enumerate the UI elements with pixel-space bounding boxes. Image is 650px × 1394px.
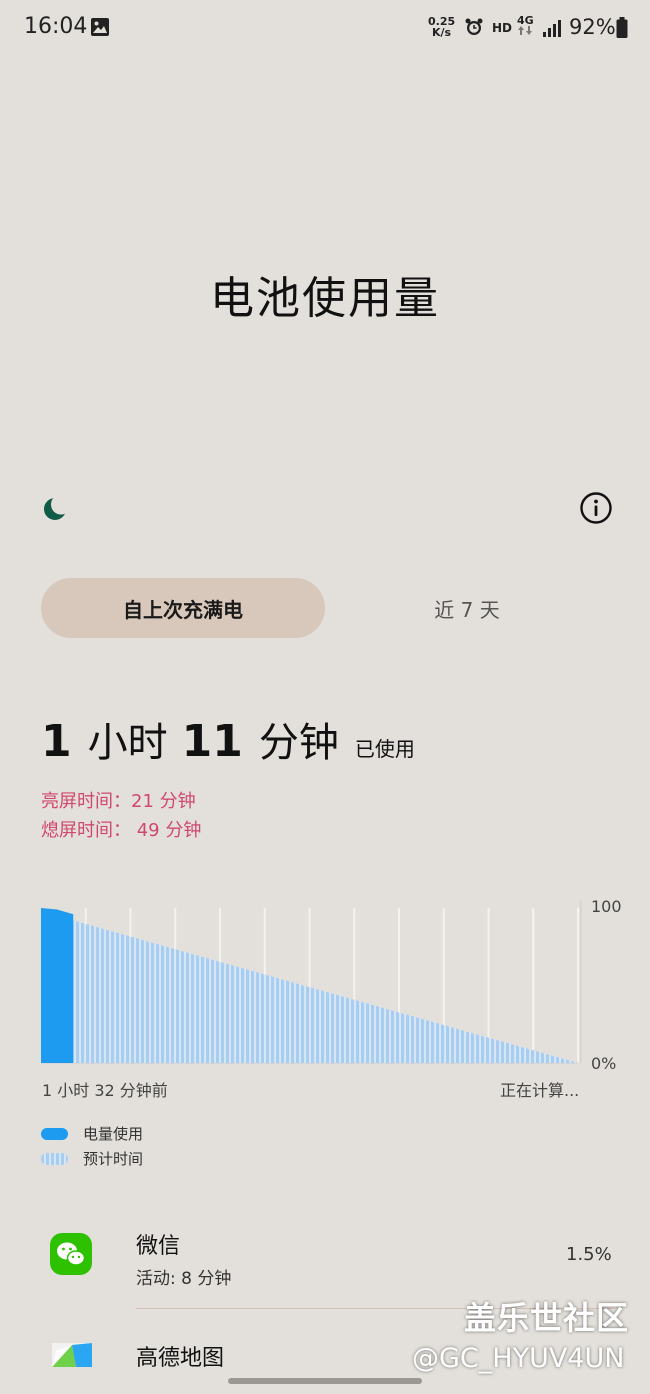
legend-swatch-estimate (41, 1152, 68, 1165)
usage-hours-unit: 小时 (87, 720, 168, 766)
usage-hours: 1 (41, 716, 72, 767)
app-activity: 活动: 8 分钟 (136, 1269, 232, 1289)
battery-percent: 92% (569, 15, 616, 39)
usage-used-label: 已使用 (354, 737, 415, 761)
legend-swatch-usage (41, 1127, 68, 1140)
signal-icon (542, 18, 562, 42)
screen-on-time: 亮屏时间：21 分钟 (41, 791, 196, 812)
usage-summary: 1 小时 11 分钟 已使用 (41, 710, 415, 768)
amap-icon (52, 1343, 92, 1371)
battery-chart (41, 900, 582, 1064)
hd-indicator: HD (492, 21, 513, 35)
app-name: 高德地图 (136, 1346, 225, 1371)
series-usage-area (41, 908, 74, 1063)
watermark-community: 盖乐世社区 (464, 1299, 630, 1337)
usage-minutes-unit: 分钟 (258, 720, 339, 766)
legend-item-usage: 电量使用 (41, 1123, 143, 1144)
net-speed: 0.25 K/s (428, 15, 456, 39)
legend-label-estimate: 预计时间 (83, 1150, 144, 1168)
alarm-icon (464, 17, 484, 41)
watermark-handle: @GC_HYUV4UN (412, 1343, 625, 1374)
power-saving-moon-icon[interactable] (42, 494, 71, 527)
x-label-end: 正在计算... (500, 1081, 580, 1100)
usage-minutes: 11 (181, 716, 243, 767)
tab-last-7-days[interactable]: 近 7 天 (355, 578, 579, 638)
legend-item-estimate: 预计时间 (41, 1148, 143, 1169)
screen-off-time: 熄屏时间： 49 分钟 (41, 820, 202, 841)
image-notification-icon (90, 17, 110, 41)
wechat-icon (50, 1233, 92, 1279)
legend-label-usage: 电量使用 (83, 1125, 144, 1143)
app-name: 微信 (136, 1234, 181, 1259)
home-indicator[interactable] (228, 1378, 422, 1384)
page-title: 电池使用量 (210, 273, 440, 324)
y-tick-bottom: 0% (591, 1054, 617, 1073)
y-tick-top: 100 (591, 897, 622, 916)
info-icon[interactable] (579, 491, 613, 529)
status-time: 16:04 (24, 14, 88, 39)
series-estimate-area (73, 920, 578, 1063)
network-type: 4G (517, 15, 534, 37)
status-bar: 16:04 0.25 K/s HD 4G 92% (0, 0, 650, 58)
app-percent: 1.5% (566, 1244, 612, 1265)
app-row-wechat[interactable]: 微信 活动: 8 分钟 1.5% (0, 1220, 650, 1300)
x-label-start: 1 小时 32 分钟前 (42, 1081, 168, 1100)
tab-since-full-charge[interactable]: 自上次充满电 (41, 578, 325, 638)
battery-icon (616, 17, 628, 43)
data-arrows-icon (518, 26, 533, 35)
